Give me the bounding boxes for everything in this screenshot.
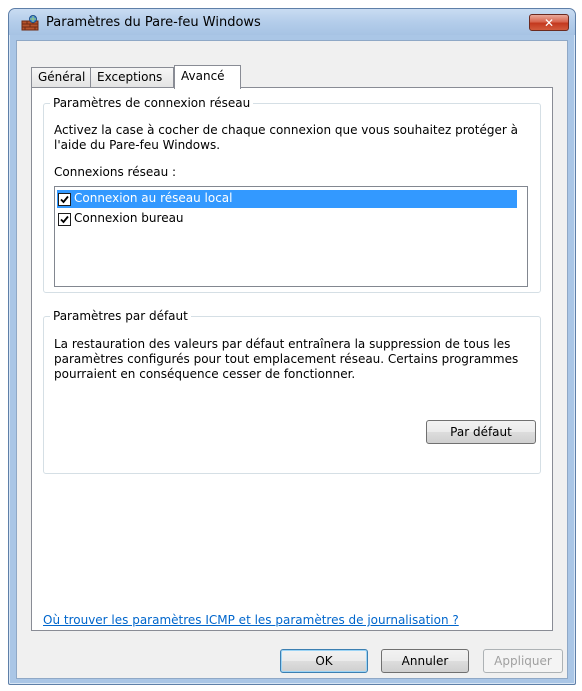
window-title: Paramètres du Pare-feu Windows [46,15,261,30]
close-icon: ✕ [543,16,555,30]
ok-button[interactable]: OK [280,649,368,673]
close-button[interactable]: ✕ [529,14,569,31]
list-item-office[interactable]: Connexion bureau [57,210,517,228]
firewall-icon [21,15,39,31]
firewall-settings-window: Paramètres du Pare-feu Windows ✕ Général… [8,8,576,685]
list-item-local-network[interactable]: Connexion au réseau local [57,190,517,208]
checkmark-icon [60,215,69,224]
default-settings-group: Paramètres par défaut La restauration de… [43,309,541,474]
dialog-body: Général Exceptions Avancé Paramètres de … [16,40,568,679]
group-title: Paramètres par défaut [50,309,191,323]
title-bar[interactable]: Paramètres du Pare-feu Windows ✕ [9,9,575,35]
list-item-label: Connexion au réseau local [74,191,233,205]
cancel-button[interactable]: Annuler [381,649,469,673]
tab-label: Avancé [181,69,225,83]
checkmark-icon [60,195,69,204]
tab-exceptions[interactable]: Exceptions [90,67,174,87]
defaults-description: La restauration des valeurs par défaut e… [54,337,519,381]
group-title: Paramètres de connexion réseau [50,96,254,110]
advanced-tab-panel: Paramètres de connexion réseau Activez l… [31,87,553,631]
tab-label: Exceptions [97,70,163,84]
tab-advanced[interactable]: Avancé [174,65,241,89]
tab-label: Général [38,70,86,84]
tab-general[interactable]: Général [31,67,91,87]
network-description: Activez la case à cocher de chaque conne… [54,123,518,152]
connections-list[interactable]: Connexion au réseau local Connexion bure… [54,186,528,287]
checkbox-local-network[interactable] [58,193,71,206]
icmp-logging-help-link[interactable]: Où trouver les paramètres ICMP et les pa… [43,613,459,627]
connections-label: Connexions réseau : [54,165,177,179]
list-item-label: Connexion bureau [74,211,184,225]
apply-button[interactable]: Appliquer [483,649,563,673]
checkbox-office[interactable] [58,213,71,226]
network-connections-group: Paramètres de connexion réseau Activez l… [43,96,541,293]
restore-defaults-button[interactable]: Par défaut [426,420,536,444]
